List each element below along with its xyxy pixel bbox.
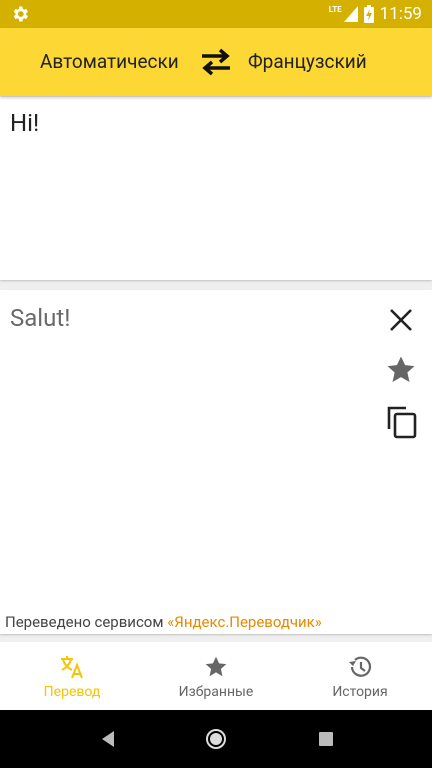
tab-history-label: История	[332, 684, 388, 700]
copy-icon[interactable]	[386, 405, 418, 439]
home-icon[interactable]	[205, 728, 227, 750]
source-language-button[interactable]: Автоматически	[40, 50, 179, 73]
clock: 11:59	[379, 4, 422, 24]
history-icon	[349, 656, 372, 677]
gear-icon	[13, 6, 28, 22]
tab-favorites[interactable]: Избранные	[144, 642, 288, 710]
close-icon[interactable]	[386, 305, 416, 335]
star-icon[interactable]	[384, 353, 418, 387]
swap-arrows-icon[interactable]	[199, 48, 233, 76]
signal-icon	[343, 6, 358, 22]
bottom-navigation: Перевод Избранные История	[0, 642, 432, 710]
translate-icon	[61, 656, 83, 679]
target-language-button[interactable]: Французский	[248, 50, 367, 73]
star-icon	[205, 656, 227, 677]
yandex-translate-link[interactable]: «Яндекс.Переводчик»	[167, 613, 322, 631]
language-toolbar: Автоматически Французский	[0, 28, 432, 96]
tab-translate[interactable]: Перевод	[0, 642, 144, 710]
battery-icon	[363, 5, 374, 23]
tab-favorites-label: Избранные	[178, 684, 254, 700]
source-text-card[interactable]: Hi!	[0, 97, 432, 280]
translation-text: Salut!	[10, 304, 71, 332]
attribution: Переведено сервисом «Яндекс.Переводчик»	[5, 613, 322, 631]
status-bar: LTE 11:59	[0, 0, 432, 28]
tab-translate-label: Перевод	[43, 684, 101, 700]
recents-icon[interactable]	[316, 729, 336, 749]
back-icon[interactable]	[98, 729, 118, 749]
attribution-prefix: Переведено сервисом	[5, 613, 164, 631]
tab-history[interactable]: История	[288, 642, 432, 710]
source-text-input[interactable]: Hi!	[10, 109, 39, 137]
network-type: LTE	[328, 4, 342, 14]
translation-card: Salut! Переведено сервисом «Яндекс.Перев…	[0, 290, 432, 634]
system-navigation-bar	[0, 710, 432, 768]
